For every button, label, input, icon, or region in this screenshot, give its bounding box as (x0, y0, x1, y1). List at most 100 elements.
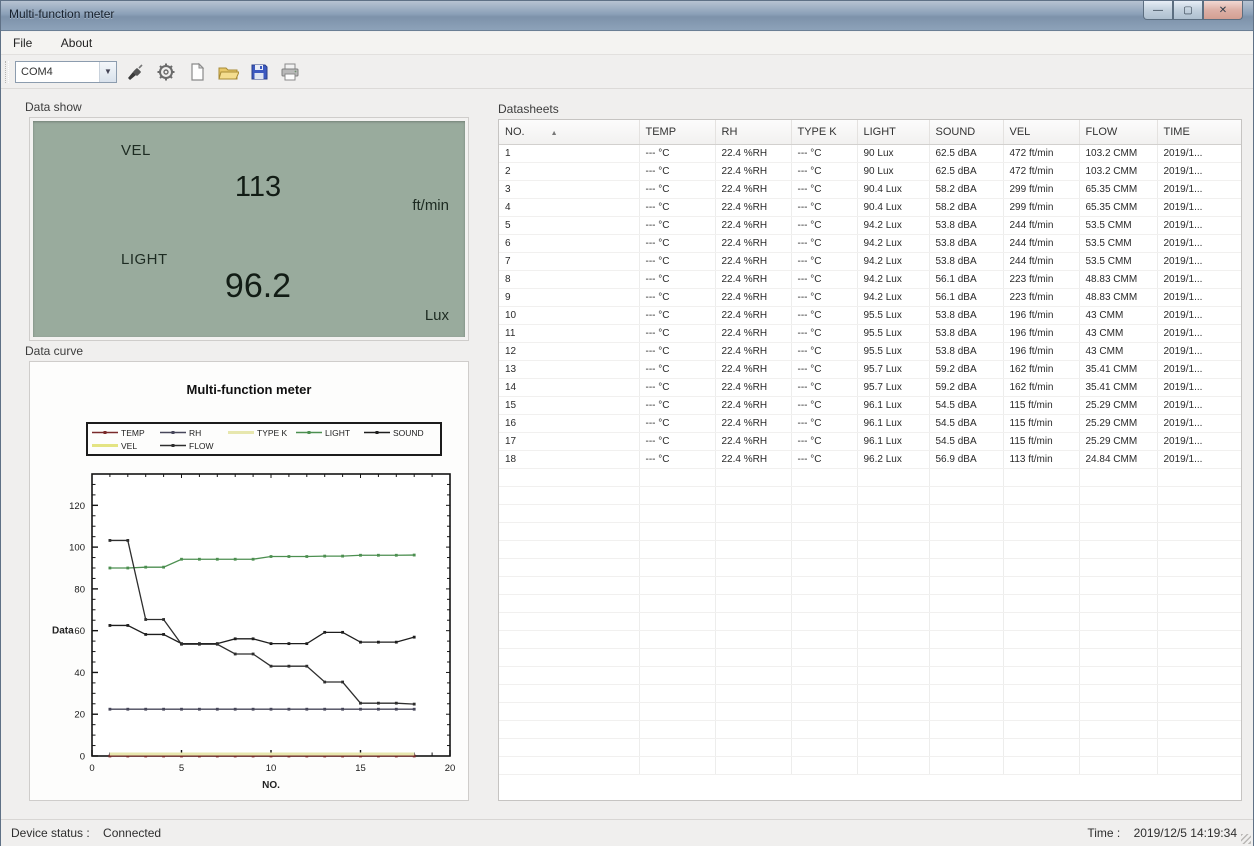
minimize-button[interactable]: — (1143, 1, 1173, 20)
table-row-empty[interactable] (499, 630, 1242, 648)
table-row-empty[interactable] (499, 738, 1242, 756)
table-cell: 54.5 dBA (929, 414, 1003, 432)
table-row[interactable]: 16--- °C22.4 %RH--- °C96.1 Lux54.5 dBA11… (499, 414, 1242, 432)
table-cell (791, 522, 857, 540)
connect-button[interactable] (122, 59, 148, 85)
column-header-time[interactable]: TIME (1157, 120, 1242, 144)
table-row-empty[interactable] (499, 756, 1242, 774)
table-cell: --- °C (791, 342, 857, 360)
table-cell (791, 666, 857, 684)
data-curve-panel: Multi-function meter TEMPRHTYPE KLIGHTSO… (29, 361, 469, 801)
table-row[interactable]: 12--- °C22.4 %RH--- °C95.5 Lux53.8 dBA19… (499, 342, 1242, 360)
table-row[interactable]: 6--- °C22.4 %RH--- °C94.2 Lux53.8 dBA244… (499, 234, 1242, 252)
table-row[interactable]: 11--- °C22.4 %RH--- °C95.5 Lux53.8 dBA19… (499, 324, 1242, 342)
table-cell (791, 648, 857, 666)
table-cell: 22.4 %RH (715, 180, 791, 198)
connect-icon (125, 62, 145, 82)
table-cell: --- °C (791, 360, 857, 378)
title-bar[interactable]: Multi-function meter — ▢ ✕ (1, 1, 1253, 31)
table-cell: --- °C (639, 324, 715, 342)
column-header-rh[interactable]: RH (715, 120, 791, 144)
table-cell (1079, 594, 1157, 612)
table-cell: --- °C (791, 234, 857, 252)
table-cell: 96.1 Lux (857, 432, 929, 450)
table-row[interactable]: 8--- °C22.4 %RH--- °C94.2 Lux56.1 dBA223… (499, 270, 1242, 288)
table-row-empty[interactable] (499, 702, 1242, 720)
table-row-empty[interactable] (499, 720, 1242, 738)
new-file-button[interactable] (184, 59, 210, 85)
table-cell: 196 ft/min (1003, 306, 1079, 324)
print-button[interactable] (277, 59, 303, 85)
table-cell: 43 CMM (1079, 324, 1157, 342)
menu-about[interactable]: About (49, 32, 104, 54)
device-status-value: Connected (103, 826, 161, 840)
table-row[interactable]: 4--- °C22.4 %RH--- °C90.4 Lux58.2 dBA299… (499, 198, 1242, 216)
open-file-button[interactable] (215, 59, 241, 85)
chevron-down-icon[interactable]: ▼ (99, 62, 116, 82)
table-row-empty[interactable] (499, 504, 1242, 522)
settings-button[interactable] (153, 59, 179, 85)
table-cell (1079, 540, 1157, 558)
table-cell (929, 522, 1003, 540)
column-header-vel[interactable]: VEL (1003, 120, 1079, 144)
com-port-select[interactable]: COM4 ▼ (15, 61, 117, 83)
table-row-empty[interactable] (499, 648, 1242, 666)
table-cell (1003, 612, 1079, 630)
table-cell (499, 522, 639, 540)
table-row-empty[interactable] (499, 540, 1242, 558)
table-row[interactable]: 18--- °C22.4 %RH--- °C96.2 Lux56.9 dBA11… (499, 450, 1242, 468)
column-header-flow[interactable]: FLOW (1079, 120, 1157, 144)
table-cell: 17 (499, 432, 639, 450)
table-row[interactable]: 14--- °C22.4 %RH--- °C95.7 Lux59.2 dBA16… (499, 378, 1242, 396)
table-row[interactable]: 2--- °C22.4 %RH--- °C90 Lux62.5 dBA472 f… (499, 162, 1242, 180)
column-header-light[interactable]: LIGHT (857, 120, 929, 144)
save-button[interactable] (246, 59, 272, 85)
maximize-button[interactable]: ▢ (1173, 1, 1203, 20)
table-cell (791, 540, 857, 558)
table-row-empty[interactable] (499, 486, 1242, 504)
table-row[interactable]: 13--- °C22.4 %RH--- °C95.7 Lux59.2 dBA16… (499, 360, 1242, 378)
column-header-type-k[interactable]: TYPE K (791, 120, 857, 144)
table-cell (929, 720, 1003, 738)
table-row[interactable]: 15--- °C22.4 %RH--- °C96.1 Lux54.5 dBA11… (499, 396, 1242, 414)
table-cell (929, 612, 1003, 630)
table-row-empty[interactable] (499, 558, 1242, 576)
resize-grip[interactable] (1241, 834, 1251, 844)
table-row-empty[interactable] (499, 612, 1242, 630)
table-cell (1157, 576, 1242, 594)
table-cell: 103.2 CMM (1079, 144, 1157, 162)
table-row[interactable]: 9--- °C22.4 %RH--- °C94.2 Lux56.1 dBA223… (499, 288, 1242, 306)
menu-file[interactable]: File (1, 32, 44, 54)
close-button[interactable]: ✕ (1203, 1, 1243, 20)
table-row[interactable]: 17--- °C22.4 %RH--- °C96.1 Lux54.5 dBA11… (499, 432, 1242, 450)
column-header-sound[interactable]: SOUND (929, 120, 1003, 144)
table-row[interactable]: 1--- °C22.4 %RH--- °C90 Lux62.5 dBA472 f… (499, 144, 1242, 162)
table-row[interactable]: 10--- °C22.4 %RH--- °C95.5 Lux53.8 dBA19… (499, 306, 1242, 324)
table-cell (929, 468, 1003, 486)
column-header-temp[interactable]: TEMP (639, 120, 715, 144)
legend-item-sound: SOUND (364, 426, 432, 439)
table-cell (857, 594, 929, 612)
table-row[interactable]: 3--- °C22.4 %RH--- °C90.4 Lux58.2 dBA299… (499, 180, 1242, 198)
table-row[interactable]: 7--- °C22.4 %RH--- °C94.2 Lux53.8 dBA244… (499, 252, 1242, 270)
table-row-empty[interactable] (499, 594, 1242, 612)
table-cell: 2019/1... (1157, 216, 1242, 234)
table-cell (1079, 630, 1157, 648)
table-row-empty[interactable] (499, 666, 1242, 684)
sort-ascending-icon: ▲ (551, 130, 558, 137)
table-row-empty[interactable] (499, 576, 1242, 594)
table-cell (1079, 486, 1157, 504)
svg-text:0: 0 (80, 752, 85, 763)
table-cell: --- °C (791, 414, 857, 432)
light-reading-unit: Lux (425, 307, 449, 324)
table-row[interactable]: 5--- °C22.4 %RH--- °C94.2 Lux53.8 dBA244… (499, 216, 1242, 234)
toolbar-grip[interactable] (5, 61, 9, 83)
save-icon (249, 62, 269, 82)
table-cell: 2019/1... (1157, 450, 1242, 468)
table-row-empty[interactable] (499, 468, 1242, 486)
table-row-empty[interactable] (499, 684, 1242, 702)
column-header-no[interactable]: NO.▲ (499, 120, 639, 144)
table-row-empty[interactable] (499, 522, 1242, 540)
table-cell: 8 (499, 270, 639, 288)
table-cell (929, 594, 1003, 612)
